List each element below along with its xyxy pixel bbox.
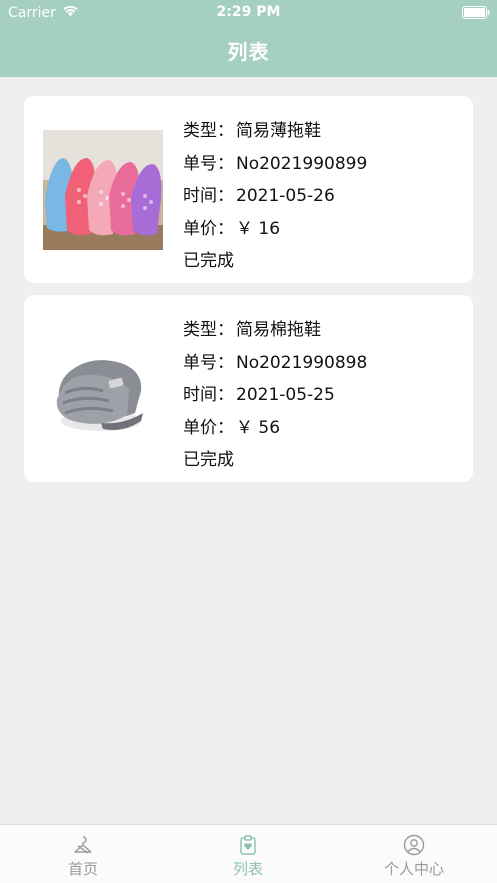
slipper-cotton-image <box>43 329 163 449</box>
tab-profile-label: 个人中心 <box>383 860 444 878</box>
tab-home[interactable]: 首页 <box>0 825 166 883</box>
time-value: 2021-05-26 <box>236 186 335 206</box>
price-value: ￥ 56 <box>236 417 281 438</box>
time-label: 时间： <box>183 186 234 206</box>
number-value: No2021990899 <box>236 153 368 174</box>
number-label: 单号： <box>183 352 234 373</box>
order-number-row: 单号： No2021990899 <box>183 148 463 181</box>
tab-home-label: 首页 <box>67 860 98 878</box>
order-type-row: 类型： 简易棉拖鞋 <box>183 314 463 347</box>
battery-icon <box>462 6 490 23</box>
tab-list[interactable]: 列表 <box>165 825 331 883</box>
time-value: 2021-05-25 <box>236 385 335 405</box>
tab-list-label: 列表 <box>232 860 263 878</box>
order-info: 类型： 简易棉拖鞋 单号： No2021990898 时间： 2021-05-25 单… <box>183 314 463 477</box>
order-status: 已完成 <box>183 251 234 271</box>
number-value: No2021990898 <box>236 352 368 373</box>
time-label: 时间： <box>183 385 234 405</box>
page-title: 列表 <box>227 40 270 64</box>
order-status: 已完成 <box>183 450 234 470</box>
type-value: 简易棉拖鞋 <box>236 320 321 340</box>
number-label: 单号： <box>183 153 234 174</box>
price-value: ￥ 16 <box>236 218 281 239</box>
type-value: 简易薄拖鞋 <box>236 121 321 141</box>
price-label: 单价： <box>183 417 234 438</box>
slipper-thin-image <box>43 130 163 250</box>
order-price-row: 单价： ￥ 56 <box>183 412 463 445</box>
order-price-row: 单价： ￥ 16 <box>183 213 463 246</box>
type-label: 类型： <box>183 320 234 340</box>
order-card[interactable]: 类型： 简易棉拖鞋 单号： No2021990898 时间： 2021-05-25 单… <box>24 295 473 482</box>
clipboard-heart-icon <box>236 834 260 856</box>
order-time-row: 时间： 2021-05-26 <box>183 180 463 213</box>
home-hanger-icon <box>71 834 95 856</box>
order-card[interactable]: 类型： 简易薄拖鞋 单号： No2021990899 时间： 2021-05-26 单… <box>24 96 473 283</box>
order-time-row: 时间： 2021-05-25 <box>183 379 463 412</box>
header-bar: Carrier 2:29 PM 列表 <box>0 0 497 77</box>
type-label: 类型： <box>183 121 234 141</box>
tab-profile[interactable]: 个人中心 <box>331 825 497 883</box>
order-list: 类型： 简易薄拖鞋 单号： No2021990899 时间： 2021-05-26 单… <box>24 96 473 494</box>
order-info: 类型： 简易薄拖鞋 单号： No2021990899 时间： 2021-05-26 单… <box>183 115 463 278</box>
status-bar: Carrier 2:29 PM <box>0 0 497 26</box>
user-circle-icon <box>402 834 426 856</box>
price-label: 单价： <box>183 218 234 239</box>
order-number-row: 单号： No2021990898 <box>183 347 463 380</box>
tab-bar: 首页 列表 个人中心 <box>0 824 497 883</box>
status-time: 2:29 PM <box>216 4 281 20</box>
order-type-row: 类型： 简易薄拖鞋 <box>183 115 463 148</box>
